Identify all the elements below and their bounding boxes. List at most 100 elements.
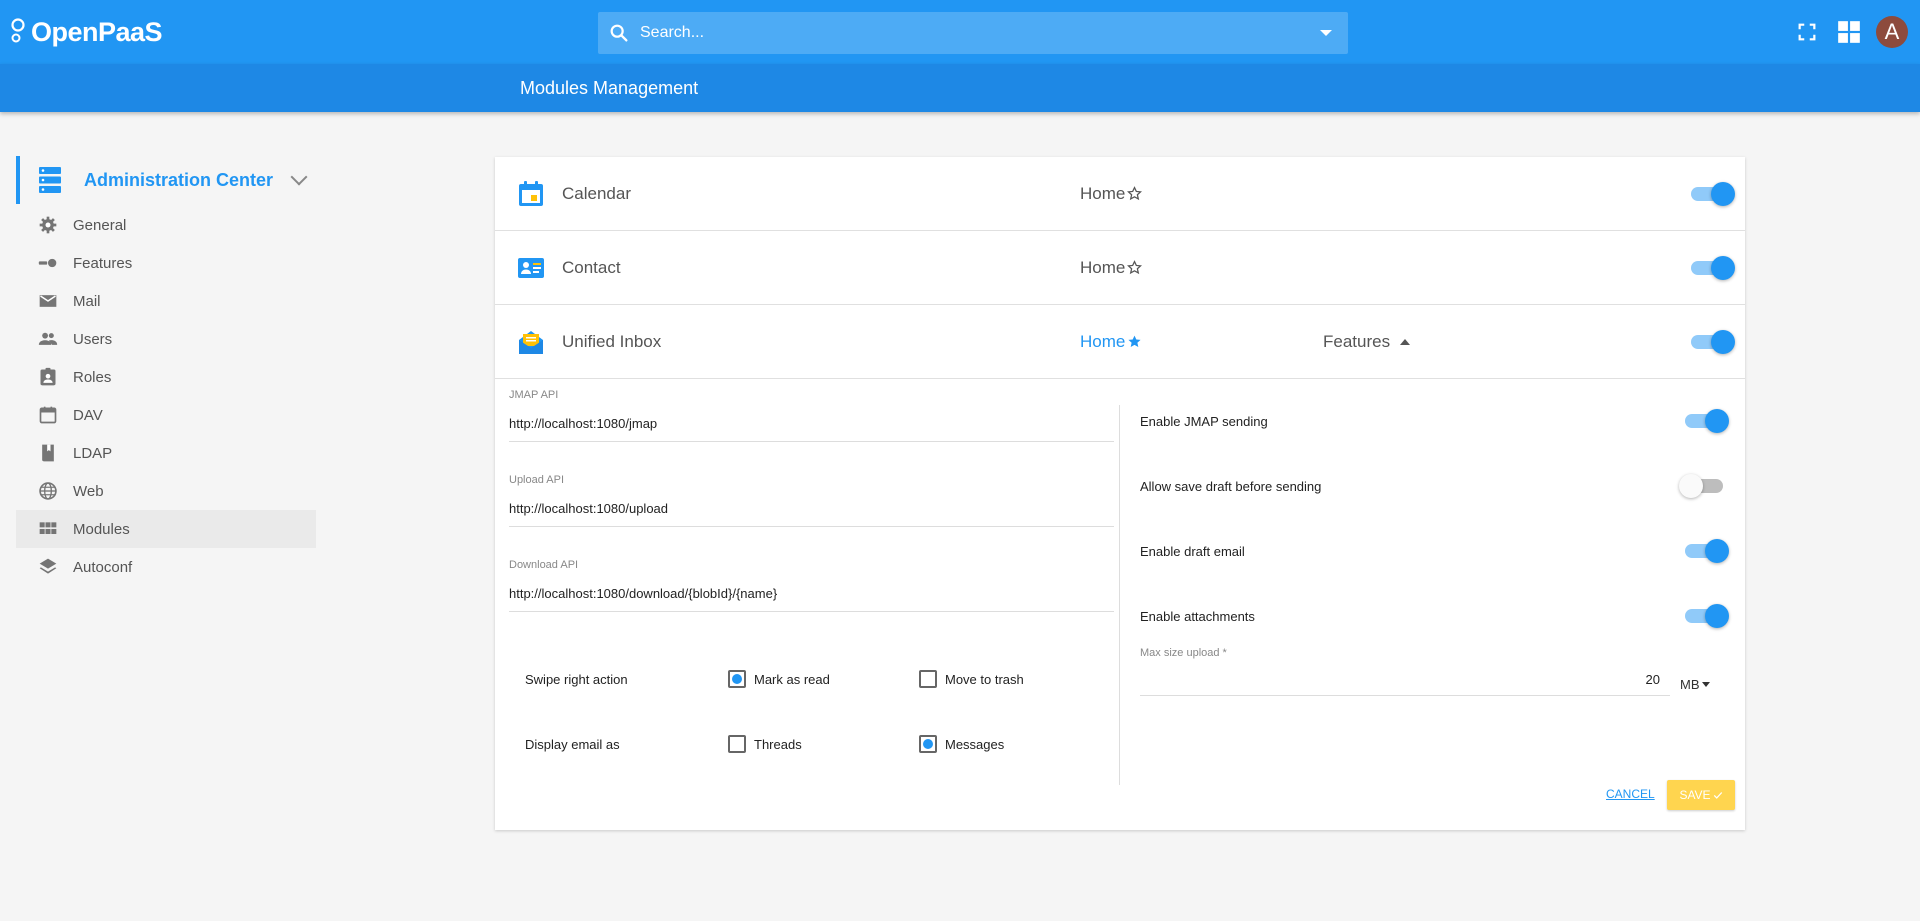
radio-selected[interactable] — [728, 670, 746, 688]
setting-attachments: Enable attachments — [1140, 602, 1730, 630]
swipe-right-row: Swipe right action Mark as read Move to … — [525, 670, 1024, 688]
radio-unselected[interactable] — [919, 670, 937, 688]
threads-option[interactable]: Threads — [728, 735, 919, 753]
inbox-module-icon — [519, 331, 543, 354]
calendar-icon — [39, 406, 57, 424]
check-icon — [1713, 792, 1722, 799]
radio-unselected[interactable] — [728, 735, 746, 753]
home-toggle[interactable]: Home — [1080, 332, 1142, 352]
setting-draft-email: Enable draft email — [1140, 537, 1730, 565]
sidebar-item-label: Features — [73, 254, 133, 272]
calendar-module-icon — [519, 181, 543, 206]
field-label: Download API — [509, 559, 579, 571]
features-toggle[interactable]: Features — [1323, 332, 1411, 352]
sidebar-nav: General Features Mail Users Roles DAV LD… — [16, 206, 316, 586]
module-enabled-toggle[interactable] — [1691, 182, 1735, 206]
module-row-contact: Contact Home — [495, 231, 1745, 305]
module-name: Contact — [562, 257, 621, 277]
upload-api-input[interactable] — [509, 486, 1114, 527]
toggle-icon — [38, 258, 57, 268]
messages-option[interactable]: Messages — [919, 735, 1004, 753]
top-bar: OpenPaaS A — [0, 0, 1920, 64]
search-bar[interactable] — [598, 12, 1348, 54]
globe-icon — [39, 482, 57, 500]
toggle-knob — [1679, 474, 1703, 498]
size-unit-label: MB — [1680, 677, 1700, 692]
setting-jmap-sending: Enable JMAP sending — [1140, 407, 1730, 435]
display-email-row: Display email as Threads Messages — [525, 735, 1004, 753]
max-size-input[interactable] — [1140, 657, 1670, 696]
module-name: Calendar — [562, 183, 631, 203]
sidebar-item-label: Autoconf — [73, 558, 133, 576]
sidebar-item-mail[interactable]: Mail — [16, 282, 316, 320]
sidebar-item-modules[interactable]: Modules — [16, 510, 316, 548]
home-toggle[interactable]: Home — [1080, 258, 1143, 278]
setting-label: Enable draft email — [1140, 543, 1245, 559]
size-unit-select[interactable]: MB — [1680, 677, 1710, 692]
grid-icon — [39, 522, 57, 534]
users-icon — [38, 332, 58, 345]
setting-label: Allow save draft before sending — [1140, 478, 1322, 494]
module-row-unified-inbox: Unified Inbox Home Features — [495, 305, 1745, 379]
star-outline-icon[interactable] — [1127, 186, 1143, 201]
module-row-calendar: Calendar Home — [495, 157, 1745, 231]
book-icon — [42, 444, 54, 462]
sidebar-item-label: DAV — [73, 406, 103, 424]
setting-toggle[interactable] — [1685, 409, 1729, 433]
search-options-caret-icon[interactable] — [1320, 30, 1332, 36]
setting-toggle[interactable] — [1685, 604, 1729, 628]
home-label: Home — [1080, 331, 1126, 351]
top-actions: A — [1796, 0, 1920, 64]
sidebar-item-autoconf[interactable]: Autoconf — [16, 548, 316, 586]
sidebar-item-dav[interactable]: DAV — [16, 396, 316, 434]
sidebar-item-label: Modules — [73, 520, 130, 538]
radio-selected[interactable] — [919, 735, 937, 753]
star-filled-icon[interactable] — [1127, 334, 1142, 349]
sidebar-item-ldap[interactable]: LDAP — [16, 434, 316, 472]
field-label: JMAP API — [509, 389, 559, 401]
sidebar-item-general[interactable]: General — [16, 206, 316, 244]
fullscreen-icon[interactable] — [1796, 21, 1818, 43]
toggle-knob — [1705, 539, 1729, 563]
radio-dot — [732, 674, 742, 684]
sidebar-item-users[interactable]: Users — [16, 320, 316, 358]
setting-toggle[interactable] — [1679, 474, 1723, 498]
sidebar: Administration Center General Features M… — [16, 156, 316, 586]
move-to-trash-option[interactable]: Move to trash — [919, 670, 1024, 688]
sidebar-item-web[interactable]: Web — [16, 472, 316, 510]
download-api-field: Download API — [509, 559, 1114, 612]
save-label: SAVE — [1679, 788, 1711, 802]
inbox-config-panel: JMAP API Upload API Download API Swipe r… — [495, 379, 1745, 827]
search-input[interactable] — [640, 24, 1320, 42]
gear-icon — [39, 216, 57, 234]
module-enabled-toggle[interactable] — [1691, 256, 1735, 280]
download-api-input[interactable] — [509, 571, 1114, 612]
user-avatar[interactable]: A — [1876, 16, 1908, 48]
home-toggle[interactable]: Home — [1080, 183, 1143, 204]
search-icon[interactable] — [608, 22, 630, 44]
home-label: Home — [1080, 183, 1126, 203]
upload-api-field: Upload API — [509, 474, 1114, 527]
logo-icon — [11, 18, 25, 43]
column-divider — [1119, 405, 1120, 785]
option-label: Threads — [754, 736, 802, 752]
logo[interactable]: OpenPaaS — [10, 14, 163, 50]
save-button[interactable]: SAVE — [1667, 780, 1735, 810]
apps-grid-icon[interactable] — [1836, 19, 1862, 45]
setting-toggle[interactable] — [1685, 539, 1729, 563]
mark-as-read-option[interactable]: Mark as read — [728, 670, 919, 688]
jmap-api-input[interactable] — [509, 401, 1114, 442]
module-enabled-toggle[interactable] — [1691, 330, 1735, 354]
sidebar-item-features[interactable]: Features — [16, 244, 316, 282]
admin-center-header[interactable]: Administration Center — [16, 156, 316, 204]
sub-header: Modules Management — [0, 64, 1920, 112]
cancel-button[interactable]: CANCEL — [1606, 787, 1655, 801]
chevron-down-icon[interactable] — [290, 168, 308, 186]
sidebar-item-label: Users — [73, 330, 113, 348]
modules-card: Calendar Home Contact Home Unified Inbox… — [495, 157, 1745, 830]
sidebar-item-roles[interactable]: Roles — [16, 358, 316, 396]
display-email-label: Display email as — [525, 736, 620, 752]
star-outline-icon[interactable] — [1127, 260, 1143, 275]
module-name: Unified Inbox — [562, 331, 662, 351]
jmap-api-field: JMAP API — [509, 389, 1114, 442]
